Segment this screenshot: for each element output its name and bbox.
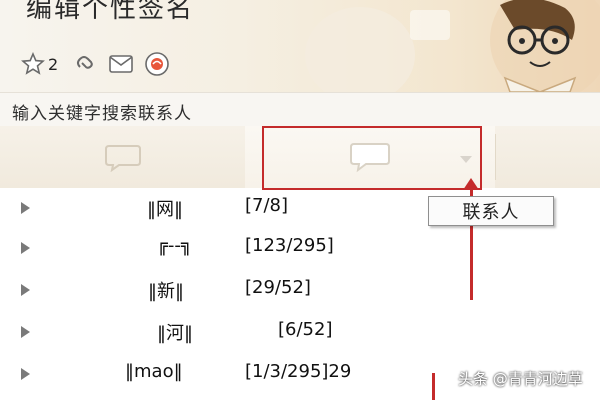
group-name: ‖河‖: [157, 323, 193, 344]
group-row[interactable]: ‖河‖ [6/52]: [0, 312, 420, 352]
personal-signature[interactable]: 编辑个性签名: [26, 0, 194, 25]
group-name: ╔--╗: [157, 235, 192, 256]
group-row[interactable]: ╔--╗ [123/295]: [0, 228, 420, 268]
group-name: ‖网‖: [147, 199, 183, 220]
contact-bubble-icon: [350, 143, 390, 173]
cartoon-skin-background: [305, 0, 600, 92]
status-icon-row: 2: [20, 50, 170, 78]
star-level-icon[interactable]: [20, 51, 46, 77]
tab-conversations[interactable]: [0, 126, 245, 188]
expand-arrow-icon[interactable]: [21, 284, 30, 296]
chat-bubble-icon: [104, 145, 141, 172]
qzone-icon[interactable]: [144, 51, 170, 77]
group-name: ‖mao‖: [125, 361, 183, 382]
tab-dropdown-arrow-icon[interactable]: [460, 156, 472, 163]
tab-groups[interactable]: [495, 126, 600, 188]
tab-contacts[interactable]: [245, 126, 495, 188]
group-count: [123/295]: [245, 235, 334, 256]
paperclip-icon[interactable]: [72, 51, 98, 77]
panel-tabs: [0, 126, 600, 188]
watermark: 头条 @青青河边草: [458, 370, 583, 388]
contact-search-bar[interactable]: 输入关键字搜索联系人: [0, 92, 600, 128]
group-row[interactable]: ‖网‖ [7/8]: [0, 188, 420, 228]
profile-header: 编辑个性签名 2: [0, 0, 600, 92]
expand-arrow-icon[interactable]: [21, 202, 30, 214]
group-count: [6/52]: [278, 319, 333, 340]
group-count: [29/52]: [245, 277, 311, 298]
contacts-tooltip: 联系人: [428, 196, 554, 226]
annotation-arrow-line: [432, 373, 435, 400]
search-input[interactable]: 输入关键字搜索联系人: [12, 99, 192, 124]
expand-arrow-icon[interactable]: [21, 368, 30, 380]
annotation-arrow-head: [463, 178, 479, 190]
group-count: [7/8]: [245, 195, 289, 216]
qq-contact-panel: 编辑个性签名 2 输入关键字搜索联系人 ‖网‖ [7/8] ╔--╗ [123/…: [0, 0, 600, 400]
expand-arrow-icon[interactable]: [21, 242, 30, 254]
group-row[interactable]: ‖mao‖ [1/3/295]29: [0, 354, 420, 394]
group-name: ‖新‖: [148, 281, 184, 302]
star-count: 2: [48, 54, 59, 74]
group-row[interactable]: ‖新‖ [29/52]: [0, 270, 420, 310]
mail-icon[interactable]: [108, 51, 134, 77]
expand-arrow-icon[interactable]: [21, 326, 30, 338]
group-count: [1/3/295]29: [245, 361, 352, 382]
